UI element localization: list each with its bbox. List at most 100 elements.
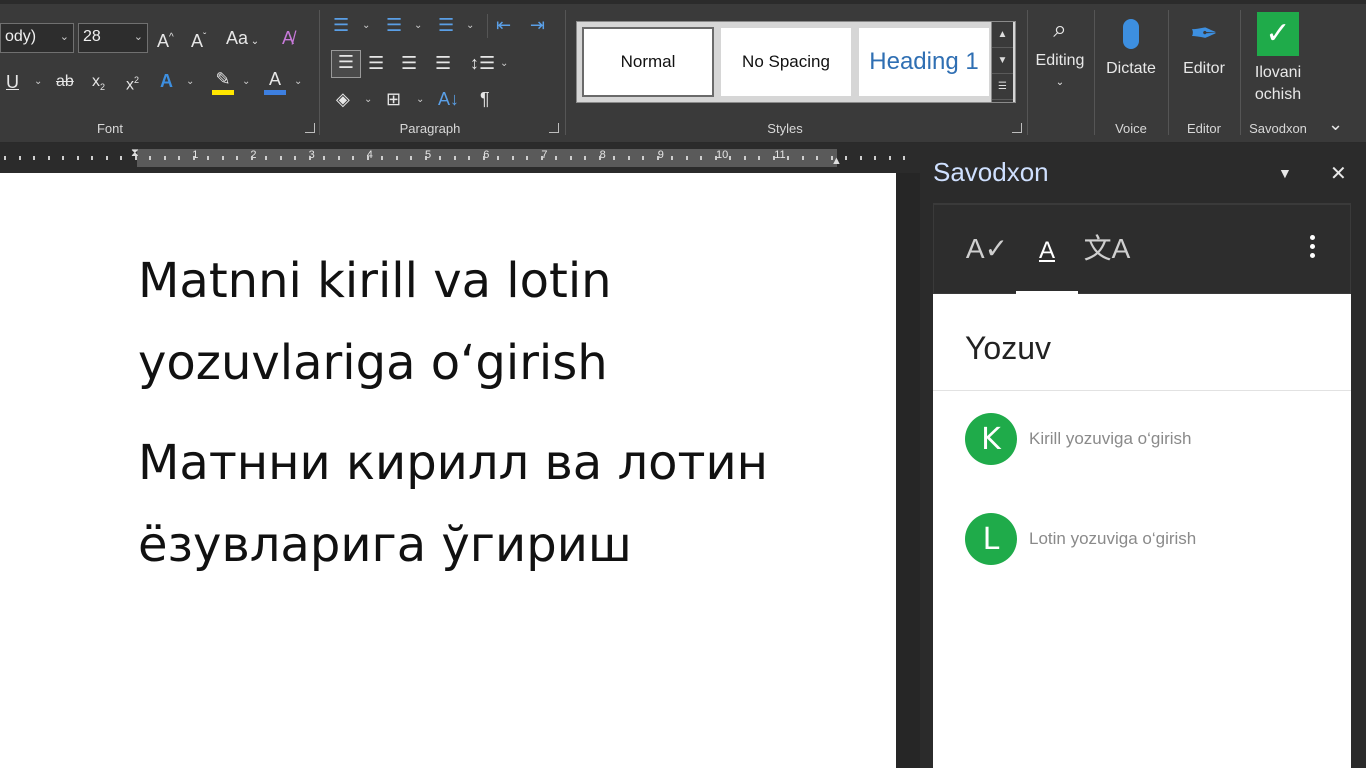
shrink-font-icon[interactable]: Aˇ — [191, 27, 206, 52]
ruler-tick — [265, 156, 267, 160]
document-page[interactable]: Matnni kirill va lotin yozuvlariga o‘gir… — [0, 173, 896, 768]
ruler-tick — [468, 156, 470, 160]
chevron-down-icon[interactable]: ⌄ — [416, 94, 424, 105]
editing-label: Editing — [1035, 52, 1085, 69]
ruler-tick — [888, 156, 891, 160]
chevron-down-icon: ⌄ — [1055, 77, 1065, 88]
convert-to-cyrillic-label: Kirill yozuviga o‘girish — [1029, 429, 1192, 448]
savodxon-task-pane: Savodxon ▼ ✕ A✓ A 文A Yozuv K Kirill yozu… — [920, 143, 1366, 768]
close-icon[interactable]: ✕ — [1330, 161, 1347, 186]
font-dialog-launcher-icon[interactable] — [305, 123, 315, 133]
checkmark-icon: ✓ — [1257, 12, 1299, 56]
borders-icon[interactable]: ⊞ — [386, 88, 401, 110]
chevron-down-icon[interactable]: ⌄ — [364, 94, 372, 105]
chevron-down-icon[interactable]: ⌄ — [362, 20, 370, 31]
strikethrough-icon[interactable]: ab — [56, 71, 74, 93]
translate-icon: 文A — [1083, 233, 1131, 264]
microphone-icon — [1100, 10, 1162, 58]
gallery-more-icon[interactable]: ☰ — [992, 74, 1013, 100]
section-divider — [933, 390, 1351, 391]
group-separator — [1027, 10, 1028, 135]
ruler-tick — [453, 156, 456, 160]
increase-indent-icon[interactable]: ⇥ — [530, 14, 545, 36]
ruler-tick — [76, 156, 79, 160]
font-size-combo[interactable]: 28 ⌄ — [78, 23, 148, 53]
superscript-icon[interactable]: x2 — [126, 69, 139, 96]
shading-icon[interactable]: ◈ — [336, 88, 350, 110]
ruler-tick — [134, 156, 137, 160]
ruler-tick — [613, 156, 615, 160]
chevron-down-icon[interactable]: ⌄ — [466, 20, 474, 31]
decrease-indent-icon[interactable]: ⇤ — [496, 14, 511, 36]
cyrillic-avatar: K — [965, 413, 1017, 465]
ruler-tick — [714, 156, 717, 160]
chevron-down-icon[interactable]: ⌄ — [414, 20, 422, 31]
ruler-tick — [178, 156, 180, 160]
subscript-icon[interactable]: x2 — [92, 71, 105, 98]
group-separator — [1168, 10, 1169, 135]
translate-tab[interactable]: 文A — [1076, 229, 1138, 269]
editing-button[interactable]: ⌕ Editing ⌄ — [1032, 10, 1088, 94]
ruler-tick — [352, 156, 354, 160]
dictate-button[interactable]: Dictate — [1100, 10, 1162, 80]
style-no-spacing[interactable]: No Spacing — [721, 28, 851, 96]
open-savodxon-button[interactable]: ✓ Ilovani ochish — [1246, 12, 1310, 106]
text-effects-icon[interactable]: A — [160, 70, 173, 92]
align-left-icon[interactable]: ☰ — [331, 50, 361, 78]
chevron-down-icon[interactable]: ⌄ — [186, 76, 194, 87]
styles-dialog-launcher-icon[interactable] — [1012, 123, 1022, 133]
grow-font-icon[interactable]: A^ — [157, 27, 174, 52]
document-area: Matnni kirill va lotin yozuvlariga o‘gir… — [0, 173, 920, 768]
sort-icon[interactable]: A↓ — [438, 88, 459, 110]
spell-check-tab[interactable]: A✓ — [956, 229, 1018, 269]
font-name-combo[interactable]: ody) ⌄ — [0, 23, 74, 53]
numbering-icon[interactable]: ☰ — [386, 14, 402, 36]
ruler-tick — [874, 156, 876, 160]
style-normal[interactable]: Normal — [582, 27, 714, 97]
more-options-icon[interactable] — [1310, 235, 1316, 262]
bullets-icon[interactable]: ☰ — [333, 14, 349, 36]
chevron-down-icon[interactable]: ⌄ — [34, 76, 42, 87]
chevron-down-icon[interactable]: ⌄ — [242, 76, 250, 87]
ruler-number: 11 — [774, 149, 786, 161]
group-separator — [1240, 10, 1241, 135]
pane-options-icon[interactable]: ▼ — [1278, 165, 1292, 181]
ruler-tick — [758, 156, 760, 160]
gallery-up-icon[interactable]: ▲ — [992, 22, 1013, 48]
horizontal-ruler: ⧗ ▲ 1 2 3 4 5 6 7 8 9 10 11 — [0, 143, 920, 173]
script-tab[interactable]: A — [1016, 229, 1078, 269]
right-indent-marker-icon[interactable]: ▲ — [831, 155, 842, 167]
convert-to-latin-button[interactable]: L Lotin yozuviga o‘girish — [965, 512, 1196, 566]
editor-button[interactable]: ✒ Editor — [1173, 10, 1235, 80]
ruler-tick — [569, 156, 572, 160]
script-icon: A — [1038, 237, 1055, 264]
chevron-down-icon[interactable]: ⌄ — [500, 58, 508, 69]
font-size-value: 28 — [83, 28, 101, 45]
indent-marker-icon[interactable]: ⧗ — [131, 147, 143, 169]
justify-icon[interactable]: ☰ — [435, 52, 451, 74]
highlight-icon[interactable]: ✎ — [212, 68, 234, 95]
paragraph-dialog-launcher-icon[interactable] — [549, 123, 559, 133]
gallery-down-icon[interactable]: ▼ — [992, 48, 1013, 74]
font-color-icon[interactable]: A — [264, 68, 286, 95]
underline-icon[interactable]: U — [6, 71, 19, 93]
clear-formatting-icon[interactable]: A̸ — [282, 27, 294, 49]
collapse-ribbon-icon[interactable]: ⌄ — [1328, 113, 1343, 135]
convert-to-cyrillic-button[interactable]: K Kirill yozuviga o‘girish — [965, 412, 1192, 466]
chevron-down-icon[interactable]: ⌄ — [294, 76, 302, 87]
document-text-line: ёзувларига ўгириш — [138, 517, 632, 573]
style-heading-1[interactable]: Heading 1 — [859, 28, 989, 96]
align-right-icon[interactable]: ☰ — [401, 52, 417, 74]
spell-check-icon: A✓ — [965, 233, 1009, 264]
ruler-tick — [250, 156, 253, 160]
line-spacing-icon[interactable]: ↕☰ — [470, 52, 495, 74]
ruler-tick — [308, 156, 311, 160]
ruler-tick — [642, 156, 644, 160]
ruler-tick — [91, 156, 93, 160]
ruler-tick — [787, 156, 789, 160]
multilevel-list-icon[interactable]: ☰ — [438, 14, 454, 36]
change-case-icon[interactable]: Aa ⌄ — [226, 27, 259, 53]
align-center-icon[interactable]: ☰ — [368, 52, 384, 74]
show-formatting-marks-icon[interactable]: ¶ — [480, 88, 490, 110]
active-tab-indicator — [1016, 291, 1078, 294]
